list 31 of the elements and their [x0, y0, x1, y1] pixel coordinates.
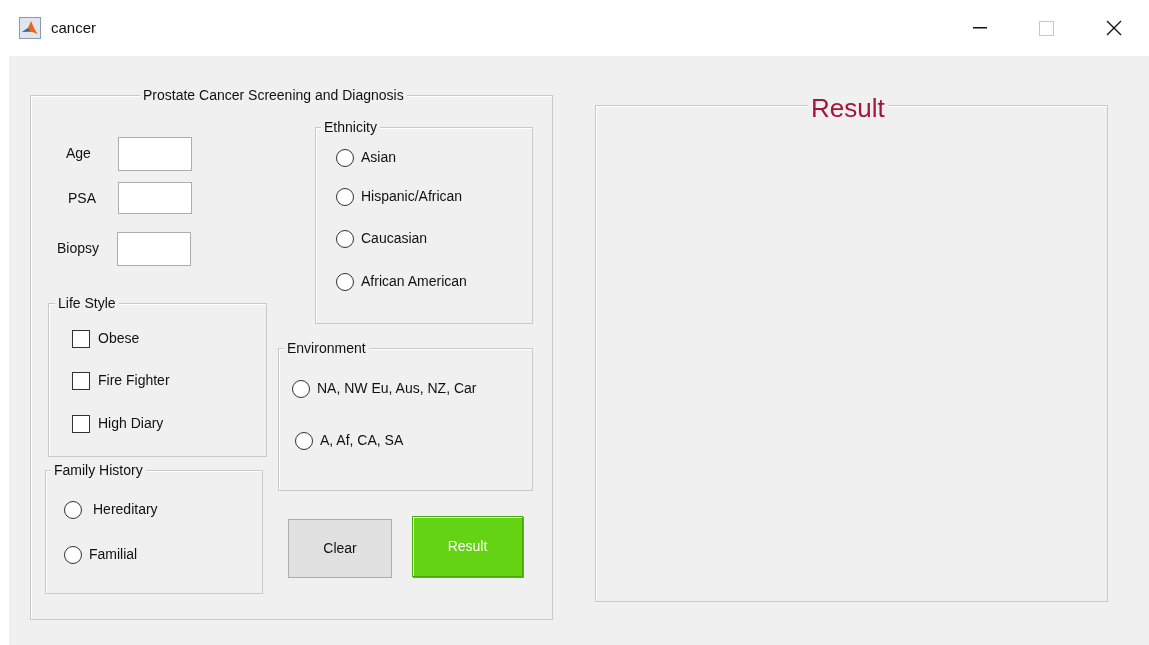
input-field[interactable] — [118, 182, 192, 214]
checkbox-label: Fire Fighter — [98, 373, 170, 387]
clear-button[interactable]: Clear — [288, 519, 392, 578]
radio-label: Familial — [89, 547, 138, 561]
minimize-icon — [972, 27, 987, 29]
radio-label: Asian — [361, 150, 397, 164]
field-label: PSA — [68, 191, 96, 205]
group-title: Life Style — [55, 296, 119, 310]
radio-label: A, Af, CA, SA — [320, 433, 404, 447]
checkbox[interactable] — [72, 415, 90, 433]
radio-label: African American — [361, 274, 467, 288]
input-field[interactable] — [117, 232, 191, 266]
group-title: Prostate Cancer Screening and Diagnosis — [140, 88, 407, 102]
group-title: Environment — [284, 341, 369, 355]
checkbox-label: Obese — [98, 331, 140, 345]
group-title: Family History — [51, 463, 146, 477]
maximize-icon — [1039, 20, 1054, 36]
close-icon — [1105, 20, 1122, 36]
field-label: Biopsy — [57, 241, 100, 255]
field-label: Age — [66, 146, 91, 160]
checkbox-label: High Diary — [98, 416, 164, 430]
input-field[interactable] — [118, 137, 192, 171]
radio-label: NA, NW Eu, Aus, NZ, Car — [317, 381, 477, 395]
group-title: Ethnicity — [321, 120, 380, 134]
checkbox[interactable] — [72, 372, 90, 390]
radio-label: Hereditary — [93, 502, 158, 516]
app-icon — [19, 17, 41, 39]
window-title: cancer — [51, 17, 97, 38]
checkbox[interactable] — [72, 330, 90, 348]
radio-label: Hispanic/African — [361, 189, 463, 203]
radio-label: Caucasian — [361, 231, 428, 245]
